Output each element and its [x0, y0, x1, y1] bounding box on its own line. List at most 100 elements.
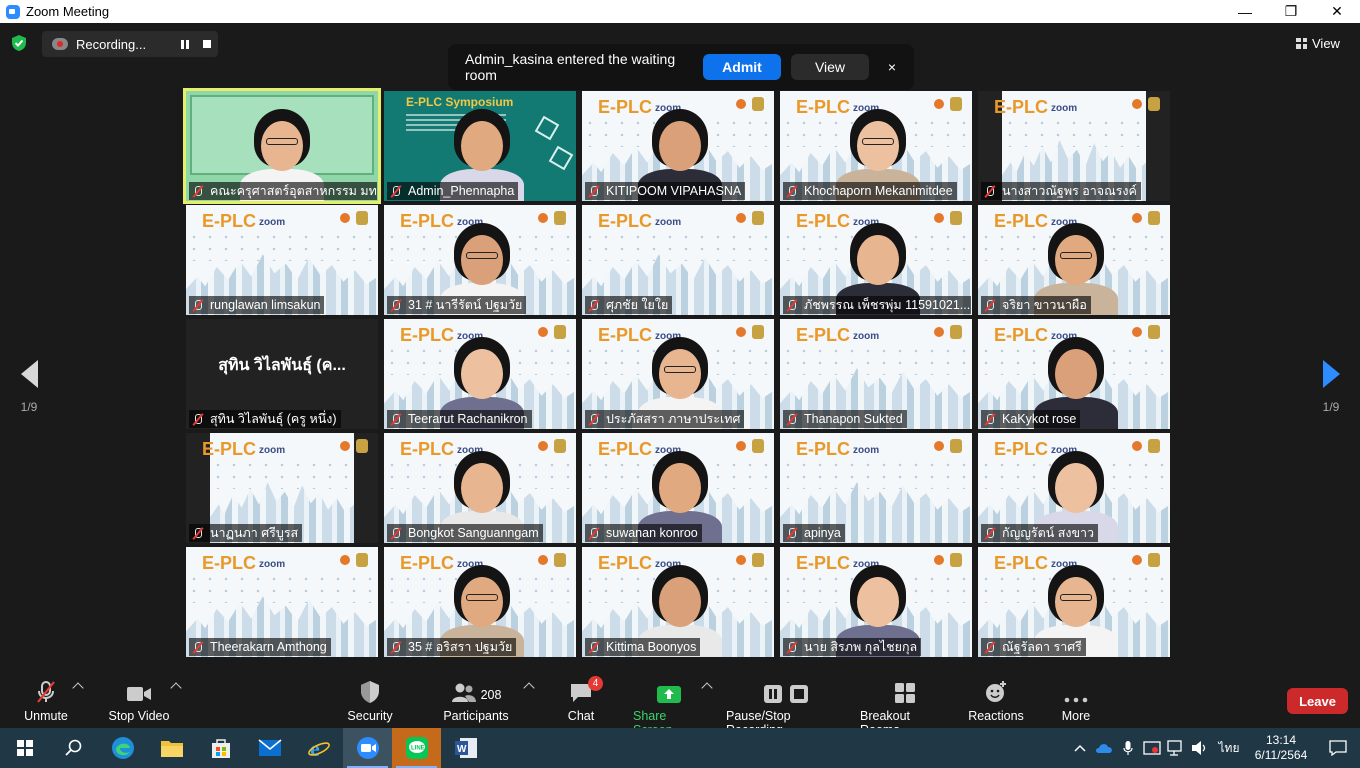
- participant-video-tile[interactable]: E-PLC zoom จริยา ขาวนาผือ: [978, 205, 1170, 315]
- windows-start-button[interactable]: [0, 728, 49, 768]
- unmute-button[interactable]: Unmute: [20, 680, 72, 723]
- participant-video-tile[interactable]: E-PLC zoom KaKykot rose: [978, 319, 1170, 429]
- participant-video-tile[interactable]: E-PLC zoom 35 # อริสรา ปฐมวัย: [384, 547, 576, 657]
- microphone-muted-icon: [984, 185, 996, 198]
- participant-name-label: กัญญรัตน์ สงขาว: [981, 524, 1099, 542]
- share-screen-icon: [656, 680, 682, 704]
- glasses: [862, 138, 894, 145]
- pause-recording-button[interactable]: [174, 33, 196, 55]
- taskbar-file-explorer[interactable]: [147, 728, 196, 768]
- volume-speaker-icon[interactable]: [1188, 728, 1212, 768]
- participant-video-tile[interactable]: E-PLC zoom Bongkot Sanguanngam: [384, 433, 576, 543]
- taskbar-internet-explorer[interactable]: e: [294, 728, 343, 768]
- video-options-caret-icon[interactable]: [170, 682, 182, 694]
- participant-video-tile[interactable]: E-PLC zoom Theerakarn Amthong: [186, 547, 378, 657]
- taskbar-line[interactable]: LINE: [392, 728, 441, 768]
- participant-video-tile[interactable]: E-PLC zoom Khochaporn Mekanimitdee: [780, 91, 972, 201]
- view-waiting-room-button[interactable]: View: [791, 54, 869, 80]
- screen-capture-tray-icon[interactable]: [1140, 728, 1164, 768]
- security-shield-icon: [359, 680, 381, 704]
- edge-browser-icon: [111, 737, 134, 759]
- participant-name: Admin_Phennapha: [408, 184, 515, 198]
- admit-button[interactable]: Admit: [703, 54, 781, 80]
- participant-name-card: สุทิน วิไลพันธุ์ (ค...: [218, 356, 346, 374]
- audio-options-caret-icon[interactable]: [72, 682, 84, 694]
- participant-video-tile[interactable]: E-PLC zoom กัญญรัตน์ สงขาว: [978, 433, 1170, 543]
- participant-video-tile[interactable]: E-PLC zoom runglawan limsakun: [186, 205, 378, 315]
- microphone-muted-icon: [786, 527, 798, 540]
- security-button[interactable]: Security: [346, 680, 394, 723]
- network-icon[interactable]: [1164, 728, 1188, 768]
- participant-face: [1055, 235, 1097, 285]
- participant-video-tile[interactable]: E-PLC zoom Thanapon Sukted: [780, 319, 972, 429]
- stop-video-button[interactable]: Stop Video: [106, 680, 172, 723]
- microphone-muted-icon: [390, 185, 402, 198]
- participant-video-tile[interactable]: E-PLC zoom ประภัสสรา ภาษาประเทศ: [582, 319, 774, 429]
- participant-video-tile[interactable]: E-PLC zoom นาฏนภา ศรีบูรส: [186, 433, 378, 543]
- microphone-muted-icon: [588, 299, 600, 312]
- unmute-label: Unmute: [24, 709, 68, 723]
- participants-options-caret-icon[interactable]: [523, 682, 535, 694]
- input-language-indicator[interactable]: ไทย: [1212, 728, 1246, 768]
- university-seal-icon: [1148, 553, 1160, 567]
- reactions-button[interactable]: Reactions: [968, 680, 1024, 723]
- chat-button[interactable]: 4 Chat: [564, 676, 603, 723]
- participant-name-label: 35 # อริสรา ปฐมวัย: [387, 638, 517, 656]
- onedrive-cloud-icon[interactable]: [1092, 728, 1116, 768]
- participant-video-tile[interactable]: E-PLC zoom suwanan konroo: [582, 433, 774, 543]
- view-menu-button[interactable]: View: [1296, 32, 1352, 54]
- leave-meeting-button[interactable]: Leave: [1287, 688, 1348, 714]
- waiting-room-notification: Admin_kasina entered the waiting room Ad…: [448, 44, 914, 90]
- university-logo-icon: [538, 213, 548, 223]
- taskbar-zoom[interactable]: [343, 728, 392, 768]
- window-title: Zoom Meeting: [26, 4, 110, 19]
- eplc-logo: E-PLC zoom: [202, 553, 286, 573]
- glasses: [1060, 252, 1092, 259]
- participants-button[interactable]: 208 Participants: [443, 680, 509, 723]
- participant-video-tile[interactable]: E-PLC zoom Teerarut Rachanikron: [384, 319, 576, 429]
- participant-video-tile[interactable]: E-PLC zoom Kittima Boonyos: [582, 547, 774, 657]
- participant-face: [261, 121, 303, 171]
- participant-video-tile[interactable]: E-PLC zoom ศุภชัย ใยใย: [582, 205, 774, 315]
- microphone-muted-icon: [390, 527, 402, 540]
- university-seal-icon: [950, 325, 962, 339]
- participant-video-tile[interactable]: E-PLC zoom KITIPOOM VIPAHASNA: [582, 91, 774, 201]
- participant-video-tile[interactable]: E-PLC zoom 31 # นารีรัตน์ ปฐมวัย: [384, 205, 576, 315]
- taskbar-word[interactable]: W: [441, 728, 490, 768]
- participant-video-tile[interactable]: E-PLC zoom ณัฐรัลดา ราศรี: [978, 547, 1170, 657]
- tray-overflow-chevron-icon[interactable]: [1068, 728, 1092, 768]
- minimize-button[interactable]: —: [1222, 0, 1268, 23]
- microphone-in-use-icon[interactable]: [1116, 728, 1140, 768]
- maximize-button[interactable]: ❐: [1268, 0, 1314, 23]
- taskbar-store[interactable]: [196, 728, 245, 768]
- participant-video-tile[interactable]: คณะครุศาสตร์อุตสาหกรรม มทร.ธัญ...: [183, 88, 381, 204]
- recording-indicator: Recording...: [42, 31, 218, 57]
- microphone-muted-icon: [390, 299, 402, 312]
- participant-name-label: Theerakarn Amthong: [189, 638, 331, 656]
- taskbar-clock[interactable]: 13:14 6/11/2564: [1246, 733, 1316, 763]
- windows-logo-icon: [16, 740, 33, 756]
- shield-check-icon[interactable]: [10, 34, 28, 52]
- close-notification-button[interactable]: ×: [879, 54, 905, 80]
- next-page-button[interactable]: 1/9: [1316, 360, 1346, 420]
- participant-video-tile[interactable]: E-PLC zoom apinya: [780, 433, 972, 543]
- stop-recording-button[interactable]: [196, 33, 218, 55]
- participant-name: Theerakarn Amthong: [210, 640, 327, 654]
- participant-video-tile[interactable]: E-PLC zoom นาย สิรภพ กุลไชยกุล: [780, 547, 972, 657]
- participant-video-tile[interactable]: E-PLC zoom ภัชพรรณ เพ็ชรพุ่ม 11591021...: [780, 205, 972, 315]
- previous-page-button[interactable]: 1/9: [14, 360, 44, 420]
- participant-face: [857, 577, 899, 627]
- more-button[interactable]: More: [1058, 680, 1094, 723]
- participants-label: Participants: [443, 709, 509, 723]
- taskbar-edge[interactable]: [98, 728, 147, 768]
- participant-face: [461, 463, 503, 513]
- close-window-button[interactable]: ✕: [1314, 0, 1360, 23]
- participant-video-tile[interactable]: E-PLC zoom นางสาวณัฐพร อาจณรงค์: [978, 91, 1170, 201]
- taskbar-search-button[interactable]: [49, 728, 98, 768]
- taskbar-mail[interactable]: [245, 728, 294, 768]
- participant-video-tile[interactable]: E-PLC Symposium Admin_Phennapha: [384, 91, 576, 201]
- participant-video-tile[interactable]: สุทิน วิไลพันธุ์ (ค... สุทิน วิไลพันธุ์ (…: [186, 319, 378, 429]
- participant-name: Khochaporn Mekanimitdee: [804, 184, 953, 198]
- notifications-icon[interactable]: [1316, 728, 1360, 768]
- participant-name: suwanan konroo: [606, 526, 698, 540]
